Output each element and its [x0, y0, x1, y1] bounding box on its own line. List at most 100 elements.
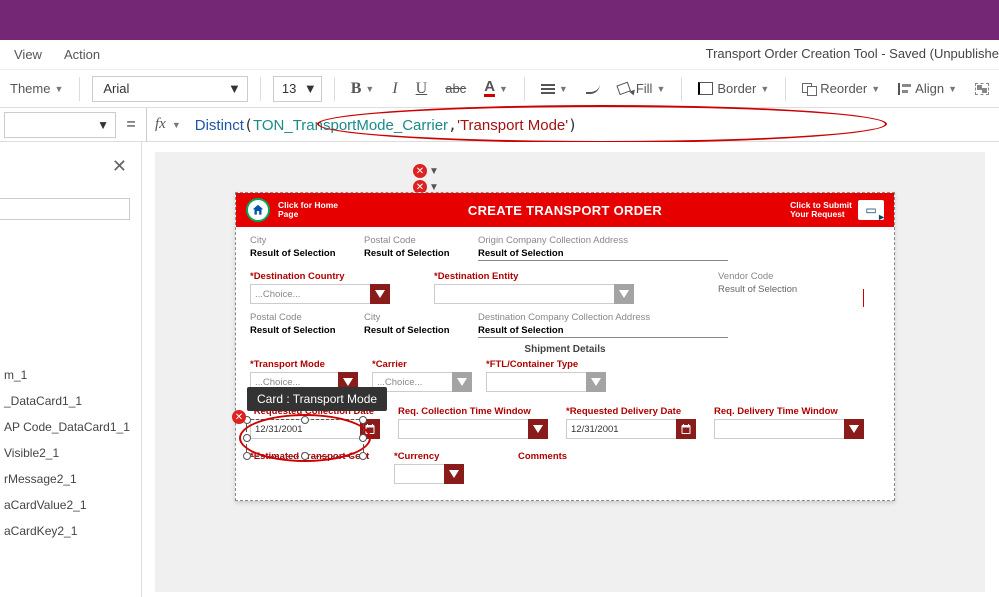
tree-panel: ✕ m_1 _DataCard1_1 AP Code_DataCard1_1 V…: [0, 142, 142, 597]
origin-addr-label: Origin Company Collection Address: [478, 235, 728, 246]
chevron-down-icon: ▼: [304, 81, 317, 96]
dest-addr-label: Destination Company Collection Address: [478, 312, 728, 323]
city-label: City: [250, 235, 350, 246]
dest-entity-dropdown[interactable]: [434, 284, 634, 304]
currency-dropdown[interactable]: [394, 464, 464, 484]
tree-item[interactable]: rMessage2_1: [0, 466, 142, 492]
chevron-down-icon[interactable]: [452, 372, 472, 392]
tree-item[interactable]: aCardValue2_1: [0, 492, 142, 518]
align-button[interactable]: Align▼: [894, 77, 961, 100]
underline-button[interactable]: U: [412, 76, 432, 102]
city-value: Result of Selection: [250, 248, 350, 259]
equals-label: =: [116, 116, 146, 134]
strike-button[interactable]: abc: [441, 77, 470, 100]
formula-input[interactable]: fx ▼ Distinct(TON_TransportMode_Carrier,…: [146, 108, 999, 142]
tree-item[interactable]: AP Code_DataCard1_1: [0, 414, 142, 440]
text-cursor: [863, 289, 864, 307]
home-button[interactable]: [246, 198, 270, 222]
bold-button[interactable]: B▼: [347, 76, 379, 102]
postal2-label: Postal Code: [250, 312, 350, 323]
ftl-dropdown[interactable]: [486, 372, 606, 392]
font-family-select[interactable]: Arial▼: [92, 76, 248, 102]
resize-handle[interactable]: [359, 416, 367, 424]
delete-control[interactable]: ✕▼: [413, 164, 439, 178]
selection-outline[interactable]: [246, 419, 364, 457]
tree-item[interactable]: m_1: [0, 362, 142, 388]
chevron-down-icon[interactable]: [586, 372, 606, 392]
font-size-select[interactable]: 13▼: [273, 76, 322, 102]
formula-bar: ▼ = fx ▼ Distinct(TON_TransportMode_Carr…: [0, 108, 999, 142]
rdtw-dropdown[interactable]: [714, 419, 864, 439]
origin-addr-value: Result of Selection: [478, 248, 728, 261]
form-body: City Result of Selection Postal Code Resul…: [236, 227, 894, 500]
formula-datasource: TON_TransportMode_Carrier: [253, 117, 448, 134]
city2-label: City: [364, 312, 464, 323]
menu-action[interactable]: Action: [64, 47, 100, 62]
shipment-section-title: Shipment Details: [250, 344, 880, 355]
delete-icon[interactable]: ✕: [232, 410, 246, 424]
chevron-down-icon[interactable]: [528, 419, 548, 439]
resize-handle[interactable]: [301, 452, 309, 460]
resize-handle[interactable]: [243, 452, 251, 460]
property-select[interactable]: ▼: [4, 112, 116, 138]
comments-label: Comments: [518, 451, 618, 462]
italic-button[interactable]: I: [388, 76, 401, 102]
formula-function: Distinct: [195, 117, 244, 134]
chevron-down-icon: ▼: [172, 120, 181, 130]
app-title: Transport Order Creation Tool - Saved (U…: [706, 46, 999, 61]
home-label: Click for HomePage: [278, 201, 338, 220]
form-header: Click for HomePage CREATE TRANSPORT ORDE…: [236, 193, 894, 227]
justify-button[interactable]: ▼: [537, 80, 572, 98]
chevron-down-icon: ▼: [228, 81, 241, 96]
dest-country-dropdown[interactable]: ...Choice...: [250, 284, 390, 304]
ftl-label: *FTL/Container Type: [486, 359, 606, 370]
tree-item[interactable]: _DataCard1_1: [0, 388, 142, 414]
format-toolbar: Theme▼ Arial▼ 13▼ B▼ I U abc A▼ ▼ Fill▼ …: [0, 70, 999, 108]
dest-country-label: *Destination Country: [250, 271, 390, 282]
tree-item[interactable]: Visible2_1: [0, 440, 142, 466]
chevron-down-icon[interactable]: [844, 419, 864, 439]
dest-addr-value: Result of Selection: [478, 325, 728, 338]
rdd-input[interactable]: 12/31/2001: [566, 419, 696, 439]
theme-dropdown[interactable]: Theme▼: [6, 77, 67, 100]
resize-handle[interactable]: [359, 434, 367, 442]
delete-icon[interactable]: ✕: [413, 164, 427, 178]
submit-label: Click to SubmitYour Request: [790, 201, 852, 220]
submit-button[interactable]: ▭: [858, 200, 884, 220]
app-titlebar: [0, 0, 999, 40]
postal-value: Result of Selection: [364, 248, 464, 259]
tmode-label: *Transport Mode: [250, 359, 358, 370]
curve-button[interactable]: [582, 80, 604, 98]
border-button[interactable]: Border▼: [694, 77, 773, 100]
currency-label: *Currency: [394, 451, 484, 462]
tree-item[interactable]: aCardKey2_1: [0, 518, 142, 544]
chevron-down-icon[interactable]: [614, 284, 634, 304]
rdtw-label: Req. Delivery Time Window: [714, 406, 864, 417]
vendor-label: Vendor Code: [718, 271, 828, 282]
rctw-label: Req. Collection Time Window: [398, 406, 548, 417]
group-button[interactable]: [971, 79, 993, 99]
resize-handle[interactable]: [301, 416, 309, 424]
fx-icon: fx: [155, 116, 166, 133]
calendar-icon[interactable]: [676, 419, 696, 439]
tree-search[interactable]: [0, 198, 130, 220]
rdd-label: *Requested Delivery Date: [566, 406, 696, 417]
chevron-down-icon[interactable]: [444, 464, 464, 484]
postal2-value: Result of Selection: [250, 325, 350, 336]
menu-view[interactable]: View: [14, 47, 42, 62]
reorder-button[interactable]: Reorder▼: [798, 77, 884, 100]
postal-label: Postal Code: [364, 235, 464, 246]
carrier-label: *Carrier: [372, 359, 472, 370]
fill-button[interactable]: Fill▼: [614, 77, 670, 100]
resize-handle[interactable]: [243, 434, 251, 442]
chevron-down-icon[interactable]: [370, 284, 390, 304]
close-panel-button[interactable]: ✕: [112, 156, 127, 177]
design-canvas[interactable]: ✕▼ ✕▼ Click for HomePage CREATE TRANSPOR…: [155, 152, 985, 592]
rctw-dropdown[interactable]: [398, 419, 548, 439]
font-color-button[interactable]: A▼: [480, 76, 512, 101]
resize-handle[interactable]: [359, 452, 367, 460]
vendor-value: Result of Selection: [718, 284, 828, 295]
dest-entity-label: *Destination Entity: [434, 271, 634, 282]
delete-card-button[interactable]: ✕: [232, 410, 246, 424]
city2-value: Result of Selection: [364, 325, 464, 336]
